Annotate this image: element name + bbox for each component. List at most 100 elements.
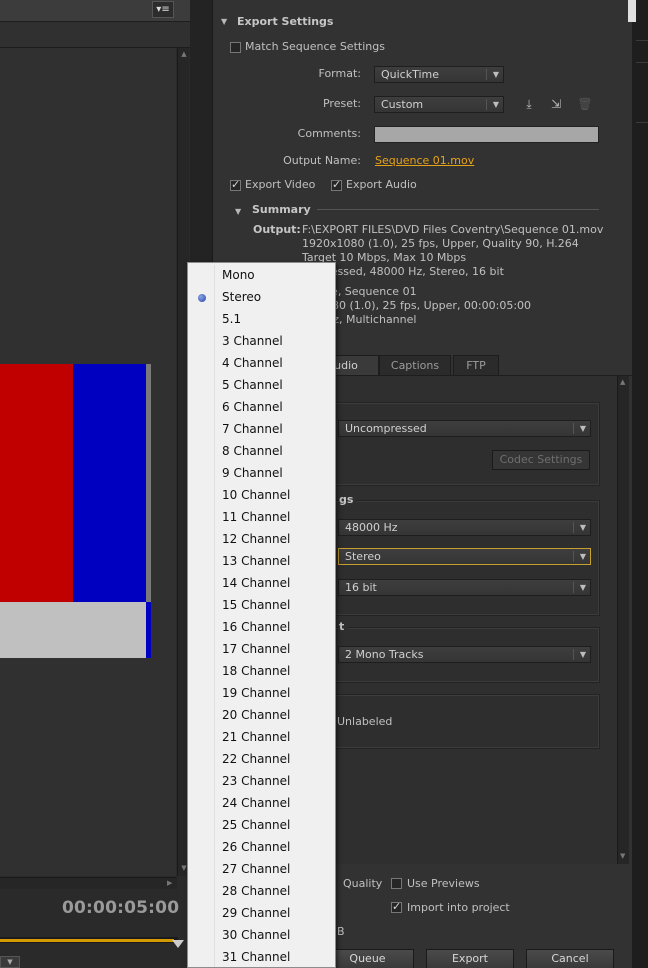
menu-item-stereo[interactable]: Stereo: [222, 286, 332, 308]
scroll-down-icon[interactable]: ▼: [620, 852, 625, 860]
cancel-button[interactable]: Cancel: [526, 949, 614, 968]
codec-settings-button[interactable]: Codec Settings: [492, 450, 590, 470]
channel-layout-value: 2 Mono Tracks: [345, 648, 424, 661]
save-preset-icon[interactable]: ⤓: [520, 96, 538, 112]
menu-item-10-channel[interactable]: 10 Channel: [222, 484, 332, 506]
timeline-range-bar: [0, 939, 174, 942]
format-label: Format:: [318, 67, 361, 80]
menu-item-14-channel[interactable]: 14 Channel: [222, 572, 332, 594]
menu-item-6-channel[interactable]: 6 Channel: [222, 396, 332, 418]
menu-item-3-channel[interactable]: 3 Channel: [222, 330, 332, 352]
import-preset-icon[interactable]: ⇲: [547, 96, 565, 112]
sample-size-value: 16 bit: [345, 581, 377, 594]
menu-item-9-channel[interactable]: 9 Channel: [222, 462, 332, 484]
menu-item-25-channel[interactable]: 25 Channel: [222, 814, 332, 836]
menu-item-5-channel[interactable]: 5 Channel: [222, 374, 332, 396]
export-button[interactable]: Export: [426, 949, 514, 968]
scroll-up-icon[interactable]: ▲: [180, 50, 188, 58]
menu-item-23-channel[interactable]: 23 Channel: [222, 770, 332, 792]
menu-item-27-channel[interactable]: 27 Channel: [222, 858, 332, 880]
menu-item-30-channel[interactable]: 30 Channel: [222, 924, 332, 946]
summary-title: Summary: [252, 203, 311, 216]
preview-red-bar: [0, 364, 73, 602]
menu-item-15-channel[interactable]: 15 Channel: [222, 594, 332, 616]
match-sequence-checkbox[interactable]: [230, 42, 241, 53]
summary-output-text: F:\EXPORT FILES\DVD Files Coventry\Seque…: [302, 223, 604, 278]
channel-label-value: Unlabeled: [337, 715, 393, 728]
collapse-triangle-icon[interactable]: ▼: [221, 17, 227, 26]
import-into-project-label: Import into project: [407, 901, 510, 914]
match-sequence-label: Match Sequence Settings: [245, 40, 385, 53]
channels-value: Stereo: [345, 550, 381, 563]
menu-item-16-channel[interactable]: 16 Channel: [222, 616, 332, 638]
popup-menu-gutter: [190, 265, 215, 967]
menu-item-5-1[interactable]: 5.1: [222, 308, 332, 330]
menu-item-21-channel[interactable]: 21 Channel: [222, 726, 332, 748]
menu-item-22-channel[interactable]: 22 Channel: [222, 748, 332, 770]
channels-popup-menu: Mono Stereo 5.1 3 Channel 4 Channel 5 Channel…: [187, 262, 336, 968]
menu-item-31-channel[interactable]: 31 Channel: [222, 946, 332, 967]
summary-collapse-icon[interactable]: ▼: [235, 207, 241, 216]
menu-item-12-channel[interactable]: 12 Channel: [222, 528, 332, 550]
preset-label: Preset:: [322, 97, 361, 110]
window-edge-highlight: [628, 0, 636, 22]
radio-selected-icon: [198, 294, 206, 302]
menu-item-20-channel[interactable]: 20 Channel: [222, 704, 332, 726]
menu-item-29-channel[interactable]: 29 Channel: [222, 902, 332, 924]
export-audio-checkbox[interactable]: [331, 178, 342, 191]
format-dropdown[interactable]: QuickTime ▼: [374, 66, 504, 83]
chevron-down-icon: ▼: [492, 100, 499, 109]
export-audio-label: Export Audio: [346, 178, 417, 191]
preset-dropdown[interactable]: Custom ▼: [374, 96, 504, 113]
menu-item-8-channel[interactable]: 8 Channel: [222, 440, 332, 462]
fit-dropdown[interactable]: ▼: [0, 956, 20, 968]
output-name-link[interactable]: Sequence 01.mov: [375, 154, 474, 167]
sample-rate-dropdown[interactable]: 48000 Hz ▼: [338, 519, 591, 536]
settings-vertical-scrollbar[interactable]: ▲ ▼: [617, 376, 629, 864]
preview-horizontal-scrollbar[interactable]: ▶: [0, 877, 177, 889]
format-value: QuickTime: [381, 68, 440, 81]
timeline-out-handle[interactable]: [172, 940, 184, 948]
chevron-down-icon: ▼: [579, 523, 586, 532]
panel-menu-icon[interactable]: ▾≡: [152, 1, 174, 18]
chevron-down-icon: ▼: [579, 583, 586, 592]
audio-codec-dropdown[interactable]: Uncompressed ▼: [338, 420, 591, 437]
preview-gray-strip: [146, 364, 151, 602]
trash-icon[interactable]: 🗑: [576, 96, 594, 112]
preview-panel-header: ▾≡: [0, 0, 190, 22]
timecode-display: 00:00:05:00: [62, 898, 180, 918]
audio-codec-group: [323, 402, 600, 486]
menu-item-28-channel[interactable]: 28 Channel: [222, 880, 332, 902]
scroll-right-icon[interactable]: ▶: [167, 879, 172, 887]
scroll-up-icon[interactable]: ▲: [620, 378, 625, 386]
menu-item-18-channel[interactable]: 18 Channel: [222, 660, 332, 682]
export-video-checkbox[interactable]: [230, 178, 241, 191]
menu-item-7-channel[interactable]: 7 Channel: [222, 418, 332, 440]
menu-item-11-channel[interactable]: 11 Channel: [222, 506, 332, 528]
file-size-fragment: B: [337, 925, 345, 938]
basic-audio-settings-title: gs: [339, 493, 358, 506]
menu-item-26-channel[interactable]: 26 Channel: [222, 836, 332, 858]
preview-blue-strip: [146, 602, 151, 658]
use-previews-label: Use Previews: [407, 877, 480, 890]
menu-item-19-channel[interactable]: 19 Channel: [222, 682, 332, 704]
preview-tab-strip: [0, 22, 190, 48]
tab-captions[interactable]: Captions: [379, 355, 451, 375]
chevron-down-icon: ▼: [579, 650, 586, 659]
menu-item-13-channel[interactable]: 13 Channel: [222, 550, 332, 572]
comments-input[interactable]: [374, 126, 599, 143]
output-name-label: Output Name:: [283, 154, 361, 167]
menu-item-mono[interactable]: Mono: [222, 264, 332, 286]
channel-layout-dropdown[interactable]: 2 Mono Tracks ▼: [338, 646, 591, 663]
source-preview-panel: ▾≡ ▲ ▼ ▶ 00:00:05:00 ▼: [0, 0, 190, 968]
channels-dropdown[interactable]: Stereo ▼: [338, 548, 591, 565]
summary-output-label: Output:: [253, 223, 301, 236]
chevron-down-icon: ▼: [579, 552, 586, 561]
import-into-project-checkbox[interactable]: [391, 900, 402, 913]
use-previews-checkbox[interactable]: [391, 878, 402, 889]
sample-size-dropdown[interactable]: 16 bit ▼: [338, 579, 591, 596]
menu-item-24-channel[interactable]: 24 Channel: [222, 792, 332, 814]
menu-item-17-channel[interactable]: 17 Channel: [222, 638, 332, 660]
tab-ftp[interactable]: FTP: [453, 355, 499, 375]
menu-item-4-channel[interactable]: 4 Channel: [222, 352, 332, 374]
